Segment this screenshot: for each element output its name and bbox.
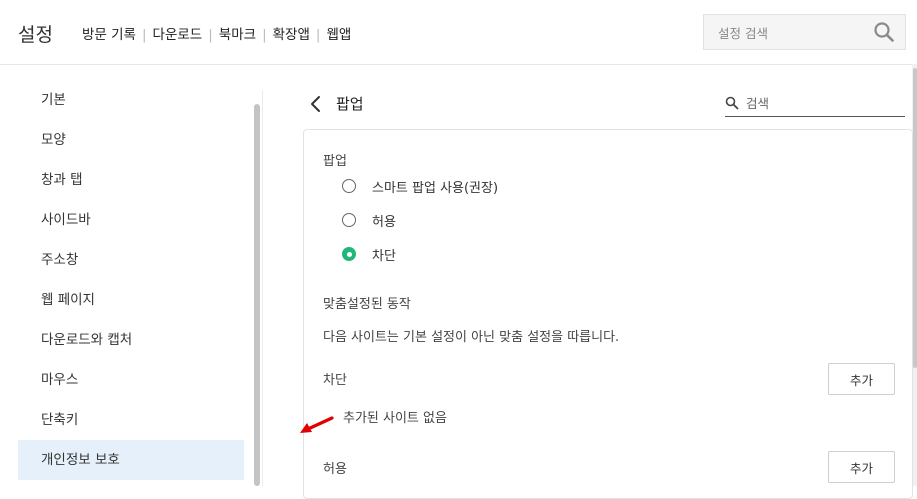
sidebar-item-basic[interactable]: 기본 xyxy=(18,80,244,120)
allow-list-label: 허용 xyxy=(323,462,347,477)
annotation-arrow xyxy=(300,416,334,433)
search-icon[interactable] xyxy=(873,21,895,43)
block-list-empty-note: 추가된 사이트 없음 xyxy=(343,411,447,426)
custom-behavior-label: 맞춤설정된 동작 xyxy=(323,297,411,312)
sidebar-item-address-bar[interactable]: 주소창 xyxy=(18,240,244,280)
radio-label: 허용 xyxy=(372,215,396,230)
nav-separator: | xyxy=(141,27,147,43)
settings-search-input[interactable] xyxy=(716,23,870,43)
divider xyxy=(262,90,263,486)
sidebar: 기본 모양 창과 탭 사이드바 주소창 웹 페이지 다운로드와 캡처 마우스 단… xyxy=(0,64,262,486)
block-list-label: 차단 xyxy=(323,373,347,388)
settings-search-box[interactable] xyxy=(703,14,906,50)
nav-downloads[interactable]: 다운로드 xyxy=(153,27,203,43)
radio-label: 스마트 팝업 사용(권장) xyxy=(372,181,499,196)
add-allowed-site-button[interactable]: 추가 xyxy=(828,451,895,483)
content-search-input[interactable] xyxy=(744,93,903,113)
sidebar-item-mouse[interactable]: 마우스 xyxy=(18,360,244,400)
nav-separator: | xyxy=(208,27,213,43)
sidebar-item-windows-tabs[interactable]: 창과 탭 xyxy=(18,160,244,200)
magnifier-icon xyxy=(725,96,739,110)
nav-separator: | xyxy=(315,27,321,43)
sidebar-item-sidebar[interactable]: 사이드바 xyxy=(18,200,244,240)
back-chevron-icon[interactable] xyxy=(309,95,323,113)
top-nav: 방문 기록 | 다운로드 | 북마크 | 확장앱 | 웹앱 xyxy=(82,23,351,43)
nav-bookmarks[interactable]: 북마크 xyxy=(219,27,256,43)
sidebar-item-appearance[interactable]: 모양 xyxy=(18,120,244,160)
custom-behavior-description: 다음 사이트는 기본 설정이 아닌 맞춤 설정을 따릅니다. xyxy=(323,330,620,345)
sidebar-item-downloads-capture[interactable]: 다운로드와 캡처 xyxy=(18,320,244,360)
nav-separator: | xyxy=(262,27,267,43)
nav-webapps[interactable]: 웹앱 xyxy=(326,27,351,43)
radio-button[interactable] xyxy=(342,213,356,227)
radio-button-selected[interactable] xyxy=(342,247,356,261)
nav-extensions[interactable]: 확장앱 xyxy=(273,27,310,43)
page-scrollbar-thumb[interactable] xyxy=(913,68,917,368)
radio-button[interactable] xyxy=(342,179,356,193)
popup-section-label: 팝업 xyxy=(323,154,347,169)
sidebar-item-shortcuts[interactable]: 단축키 xyxy=(18,400,244,440)
sidebar-item-privacy[interactable]: 개인정보 보호 xyxy=(18,440,244,480)
top-bar: 설정 방문 기록 | 다운로드 | 북마크 | 확장앱 | 웹앱 xyxy=(0,0,917,65)
app-title: 설정 xyxy=(18,24,53,46)
radio-label: 차단 xyxy=(372,249,396,264)
sidebar-scrollbar[interactable] xyxy=(254,104,260,486)
add-blocked-site-button[interactable]: 추가 xyxy=(828,363,895,395)
sidebar-item-web-page[interactable]: 웹 페이지 xyxy=(18,280,244,320)
page-title: 팝업 xyxy=(336,95,364,113)
content-search-box[interactable] xyxy=(725,92,905,117)
nav-history[interactable]: 방문 기록 xyxy=(82,27,136,43)
